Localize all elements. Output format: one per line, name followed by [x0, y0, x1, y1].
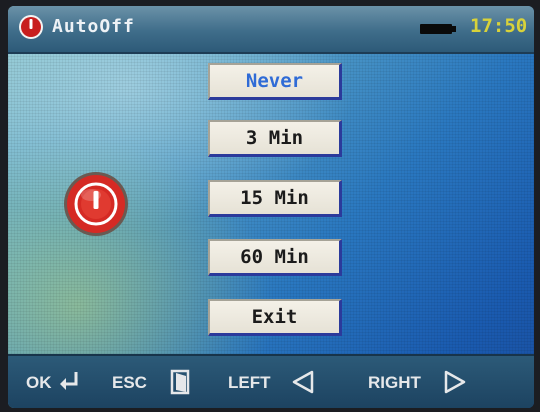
- triangle-right-icon[interactable]: [442, 368, 468, 396]
- power-icon: [19, 15, 43, 39]
- title-bar: AutoOff 17:50: [8, 6, 534, 54]
- esc-label: ESC: [112, 373, 147, 392]
- door-exit-icon[interactable]: [168, 368, 194, 396]
- menu-item-15-min[interactable]: 15 Min: [208, 180, 342, 217]
- right-label: RIGHT: [368, 373, 421, 392]
- soft-key-bar: OK ESC LEFT RIGHT: [8, 354, 534, 408]
- ok-label: OK: [26, 373, 52, 392]
- page-title: AutoOff: [52, 16, 135, 37]
- menu-item-3-min[interactable]: 3 Min: [208, 120, 342, 157]
- menu-item-60-min[interactable]: 60 Min: [208, 239, 342, 276]
- triangle-left-icon[interactable]: [290, 368, 316, 396]
- menu-item-never[interactable]: Never: [208, 63, 342, 100]
- left-label: LEFT: [228, 373, 271, 392]
- clock: 17:50: [470, 15, 528, 37]
- enter-arrow-icon[interactable]: [56, 368, 82, 396]
- power-icon-large: [64, 172, 128, 236]
- device-screen: AutoOff 17:50 Never 3 Min 15 Min 60 Min …: [8, 6, 534, 408]
- menu-item-exit[interactable]: Exit: [208, 299, 342, 336]
- battery-icon: [420, 24, 456, 34]
